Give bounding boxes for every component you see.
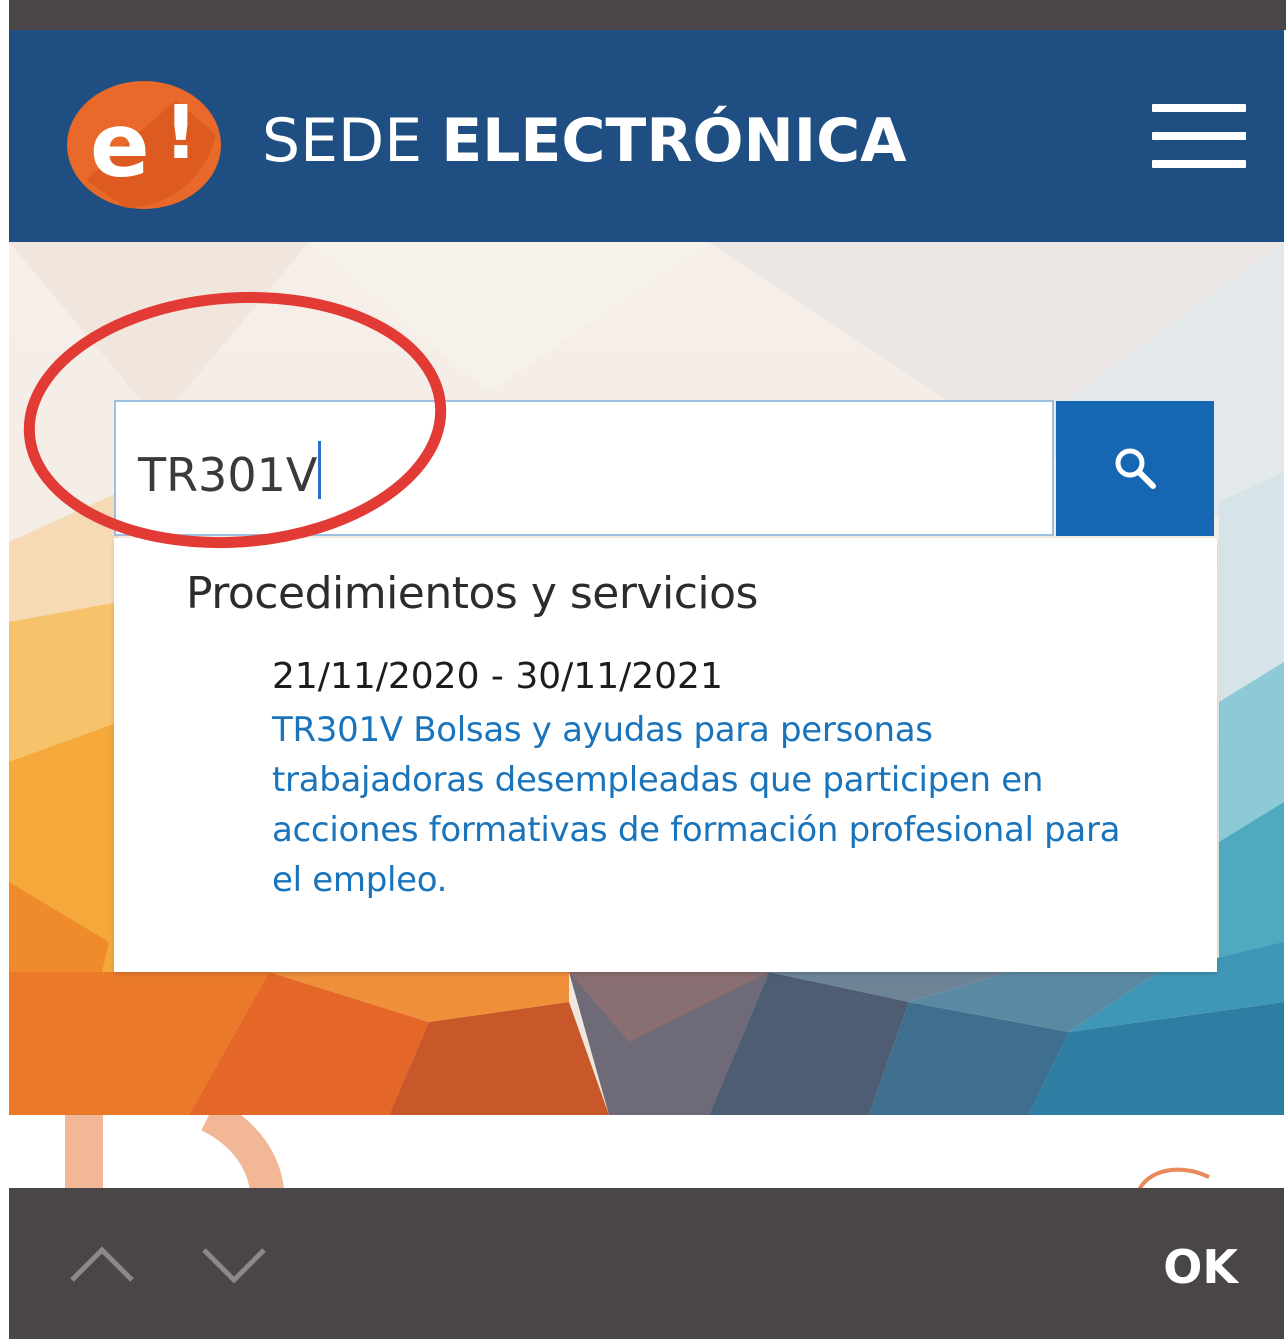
results-section-heading: Procedimientos y servicios bbox=[186, 568, 758, 619]
keyboard-accessory-bar bbox=[9, 1188, 1284, 1339]
done-button[interactable]: OK bbox=[1163, 1240, 1238, 1294]
search-button[interactable] bbox=[1056, 401, 1214, 536]
chevron-up-icon[interactable] bbox=[70, 1244, 134, 1284]
left-border bbox=[0, 0, 9, 1339]
site-title: SEDE ELECTRÓNICA bbox=[262, 106, 907, 176]
logo[interactable]: e ! bbox=[66, 80, 222, 210]
page-content-peek bbox=[9, 1115, 1284, 1190]
search-icon bbox=[1115, 448, 1156, 489]
svg-text:!: ! bbox=[164, 90, 198, 176]
result-date-range: 21/11/2020 - 30/11/2021 bbox=[272, 656, 723, 697]
svg-text:e: e bbox=[90, 94, 150, 197]
annotation-circle bbox=[23, 291, 447, 549]
result-link[interactable]: TR301V Bolsas y ayudas para personas tra… bbox=[272, 705, 1132, 905]
hamburger-menu-icon[interactable] bbox=[1152, 104, 1246, 168]
status-strip bbox=[0, 0, 1286, 30]
chevron-down-icon[interactable] bbox=[202, 1246, 266, 1286]
